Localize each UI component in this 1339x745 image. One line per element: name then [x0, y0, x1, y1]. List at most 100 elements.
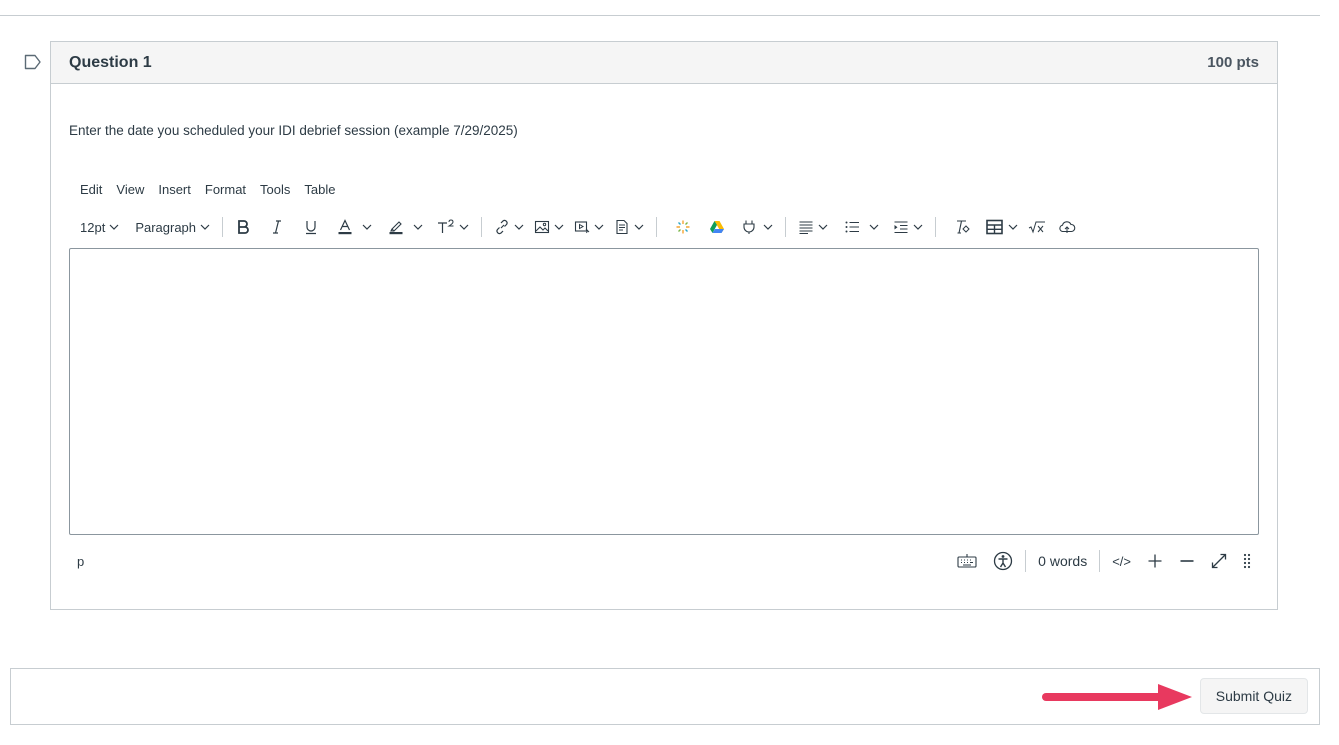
- chevron-down-icon: [634, 224, 644, 230]
- equation-button[interactable]: [1023, 214, 1051, 240]
- top-divider: [0, 15, 1320, 16]
- rich-text-editor-area[interactable]: [69, 248, 1259, 535]
- underline-icon: [306, 221, 317, 235]
- media-icon: [574, 221, 590, 234]
- chevron-down-icon: [413, 224, 423, 230]
- zoom-in-button[interactable]: [1139, 549, 1171, 573]
- statusbar-controls: 0 words </>: [949, 546, 1259, 576]
- word-count[interactable]: 0 words: [1030, 549, 1095, 573]
- html-editor-toggle[interactable]: </>: [1104, 549, 1139, 573]
- underline-button[interactable]: [298, 214, 324, 240]
- toolbar-separator: [481, 217, 483, 237]
- media-button[interactable]: [569, 214, 609, 240]
- chevron-down-icon: [554, 224, 564, 230]
- editor-statusbar: p 0 words </>: [69, 546, 1259, 576]
- expand-icon: [1211, 553, 1227, 569]
- font-size-dropdown[interactable]: 12pt: [75, 214, 124, 240]
- question-text: Enter the date you scheduled your IDI de…: [69, 123, 518, 138]
- block-format-value: Paragraph: [135, 219, 197, 235]
- menu-view[interactable]: View: [109, 182, 151, 197]
- plus-icon: [1148, 554, 1162, 568]
- menu-table[interactable]: Table: [297, 182, 342, 197]
- menu-format[interactable]: Format: [198, 182, 253, 197]
- arrow-annotation-icon: [1042, 684, 1192, 710]
- indent-icon: [894, 221, 908, 233]
- link-button[interactable]: [489, 214, 529, 240]
- google-drive-icon: [710, 221, 725, 233]
- highlight-color-button[interactable]: [383, 214, 428, 240]
- chevron-down-icon: [200, 224, 210, 230]
- cloud-icon: [1059, 221, 1076, 233]
- block-format-dropdown[interactable]: Paragraph: [130, 214, 215, 240]
- toolbar-separator: [222, 217, 224, 237]
- chevron-down-icon: [362, 224, 372, 230]
- align-left-icon: [799, 221, 813, 234]
- menu-insert[interactable]: Insert: [151, 182, 198, 197]
- keyboard-icon: [957, 554, 977, 568]
- align-button[interactable]: [793, 214, 833, 240]
- editor-toolbar: 12pt Paragraph: [75, 214, 1081, 240]
- apps-sparkle-button[interactable]: [670, 214, 696, 240]
- sparkle-icon: [676, 220, 690, 234]
- italic-button[interactable]: [264, 214, 290, 240]
- toolbar-separator: [935, 217, 937, 237]
- indent-button[interactable]: [888, 214, 928, 240]
- plug-icon: [743, 220, 755, 234]
- accessibility-checker-button[interactable]: [985, 549, 1021, 573]
- accessibility-icon: [994, 551, 1013, 571]
- flag-question-icon[interactable]: [24, 54, 42, 70]
- zoom-out-button[interactable]: [1171, 549, 1203, 573]
- question-header: Question 1 100 pts: [51, 42, 1277, 84]
- text-color-button[interactable]: [332, 214, 377, 240]
- question-card: Question 1 100 pts Enter the date you sc…: [50, 41, 1278, 610]
- chevron-down-icon: [109, 224, 119, 230]
- image-icon: [534, 220, 550, 234]
- italic-icon: [273, 220, 282, 234]
- chevron-down-icon: [869, 224, 879, 230]
- question-title: Question 1: [69, 53, 152, 71]
- bullet-list-button[interactable]: [839, 214, 884, 240]
- text-color-icon: [338, 219, 352, 235]
- cloud-upload-button[interactable]: [1053, 214, 1081, 240]
- submit-quiz-button[interactable]: Submit Quiz: [1199, 678, 1308, 714]
- document-button[interactable]: [609, 214, 649, 240]
- bold-button[interactable]: [230, 214, 256, 240]
- chevron-down-icon: [594, 224, 604, 230]
- toolbar-separator: [785, 217, 787, 237]
- menu-edit[interactable]: Edit: [73, 182, 109, 197]
- table-icon: [986, 219, 1003, 235]
- minus-icon: [1180, 560, 1194, 562]
- chevron-down-icon: [818, 224, 828, 230]
- superscript-icon: [438, 219, 454, 233]
- chevron-down-icon: [514, 224, 524, 230]
- resize-handle[interactable]: [1235, 549, 1259, 573]
- chevron-down-icon: [913, 224, 923, 230]
- bold-icon: [238, 220, 249, 234]
- editor-menubar: Edit View Insert Format Tools Table: [73, 182, 342, 197]
- plugin-button[interactable]: [736, 214, 778, 240]
- toolbar-separator: [656, 217, 658, 237]
- chevron-down-icon: [459, 224, 469, 230]
- document-icon: [616, 219, 628, 235]
- font-size-value: 12pt: [80, 219, 106, 235]
- drag-handle-icon: [1243, 553, 1251, 569]
- superscript-button[interactable]: [432, 214, 474, 240]
- bullet-list-icon: [845, 221, 860, 233]
- question-points: 100 pts: [1207, 54, 1259, 71]
- clear-formatting-button[interactable]: [949, 214, 975, 240]
- statusbar-separator: [1099, 550, 1101, 572]
- statusbar-separator: [1025, 550, 1027, 572]
- square-root-icon: [1028, 221, 1046, 234]
- chevron-down-icon: [1008, 224, 1018, 230]
- menu-tools[interactable]: Tools: [253, 182, 297, 197]
- keyboard-shortcuts-button[interactable]: [949, 549, 985, 573]
- element-path[interactable]: p: [69, 554, 84, 569]
- fullscreen-button[interactable]: [1203, 549, 1235, 573]
- google-drive-button[interactable]: [704, 214, 730, 240]
- link-icon: [496, 219, 508, 235]
- highlighter-icon: [389, 221, 403, 235]
- chevron-down-icon: [763, 224, 773, 230]
- table-button[interactable]: [981, 214, 1023, 240]
- clear-formatting-icon: [957, 220, 970, 234]
- image-button[interactable]: [529, 214, 569, 240]
